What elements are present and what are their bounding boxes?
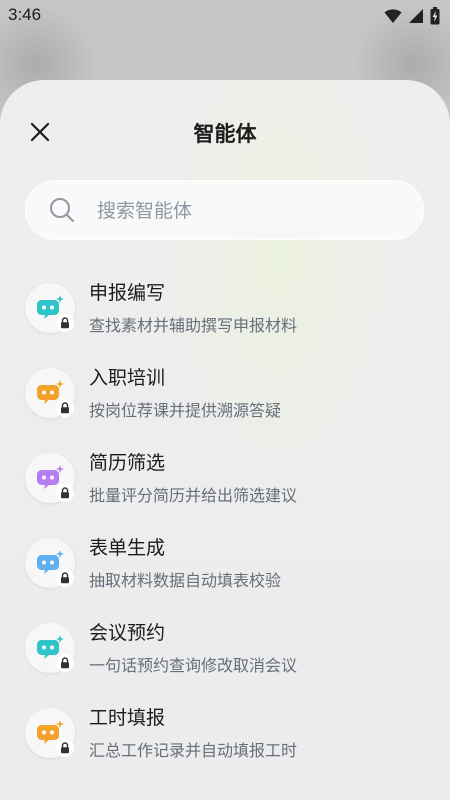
list-item[interactable]: 申报编写 查找素材并辅助撰写申报材料	[0, 270, 450, 354]
lock-icon	[61, 657, 69, 669]
lock-badge	[56, 654, 74, 672]
agent-title: 会议预约	[89, 622, 166, 644]
sheet-header: 智能体	[0, 80, 450, 180]
status-icons	[384, 7, 440, 25]
list-item[interactable]: 简历筛选 批量评分简历并给出筛选建议	[0, 440, 450, 524]
lock-badge	[56, 569, 74, 587]
list-item[interactable]: 工时填报 汇总工作记录并自动填报工时	[0, 695, 450, 779]
search-icon	[50, 198, 74, 222]
agent-description: 抽取材料数据自动填表校验	[89, 571, 282, 590]
agent-description: 查找素材并辅助撰写申报材料	[89, 316, 298, 335]
search-input[interactable]	[95, 192, 409, 230]
list-item[interactable]: 会议预约 一句话预约查询修改取消会议	[0, 610, 450, 694]
lock-badge	[56, 484, 74, 502]
lock-icon	[61, 572, 69, 584]
battery-charging-icon	[430, 7, 440, 25]
search-box[interactable]	[25, 180, 424, 240]
agent-avatar	[25, 623, 75, 673]
lock-badge	[56, 739, 74, 757]
agent-description: 批量评分简历并给出筛选建议	[89, 486, 298, 505]
agent-description: 汇总工作记录并自动填报工时	[89, 741, 298, 760]
agent-avatar	[25, 708, 75, 758]
status-bar: 3:46	[0, 0, 450, 32]
page-title: 智能体	[193, 122, 257, 146]
agent-description: 一句话预约查询修改取消会议	[89, 656, 298, 675]
agent-sheet: 智能体 搜索智能体 申报编写 查找素材并辅助撰写申报材料 入职培训 按岗位荐课并…	[0, 80, 450, 800]
list-item[interactable]: 表单生成 抽取材料数据自动填表校验	[0, 525, 450, 609]
agent-title: 表单生成	[89, 537, 166, 559]
agent-title: 工时填报	[89, 707, 166, 729]
lock-badge	[56, 399, 74, 417]
lock-icon	[61, 487, 69, 499]
agent-title: 申报编写	[89, 282, 166, 304]
wifi-icon	[384, 9, 402, 23]
signal-icon	[409, 9, 423, 23]
lock-badge	[56, 314, 74, 332]
agent-title: 入职培训	[89, 367, 166, 389]
list-item[interactable]: 入职培训 按岗位荐课并提供溯源答疑	[0, 355, 450, 439]
status-time: 3:46	[8, 5, 42, 24]
agent-avatar	[25, 368, 75, 418]
agent-avatar	[25, 453, 75, 503]
lock-icon	[61, 317, 69, 329]
lock-icon	[61, 402, 69, 414]
agent-title: 简历筛选	[89, 452, 166, 474]
agent-avatar	[25, 538, 75, 588]
lock-icon	[61, 742, 69, 754]
agent-description: 按岗位荐课并提供溯源答疑	[89, 401, 282, 420]
agent-avatar	[25, 283, 75, 333]
